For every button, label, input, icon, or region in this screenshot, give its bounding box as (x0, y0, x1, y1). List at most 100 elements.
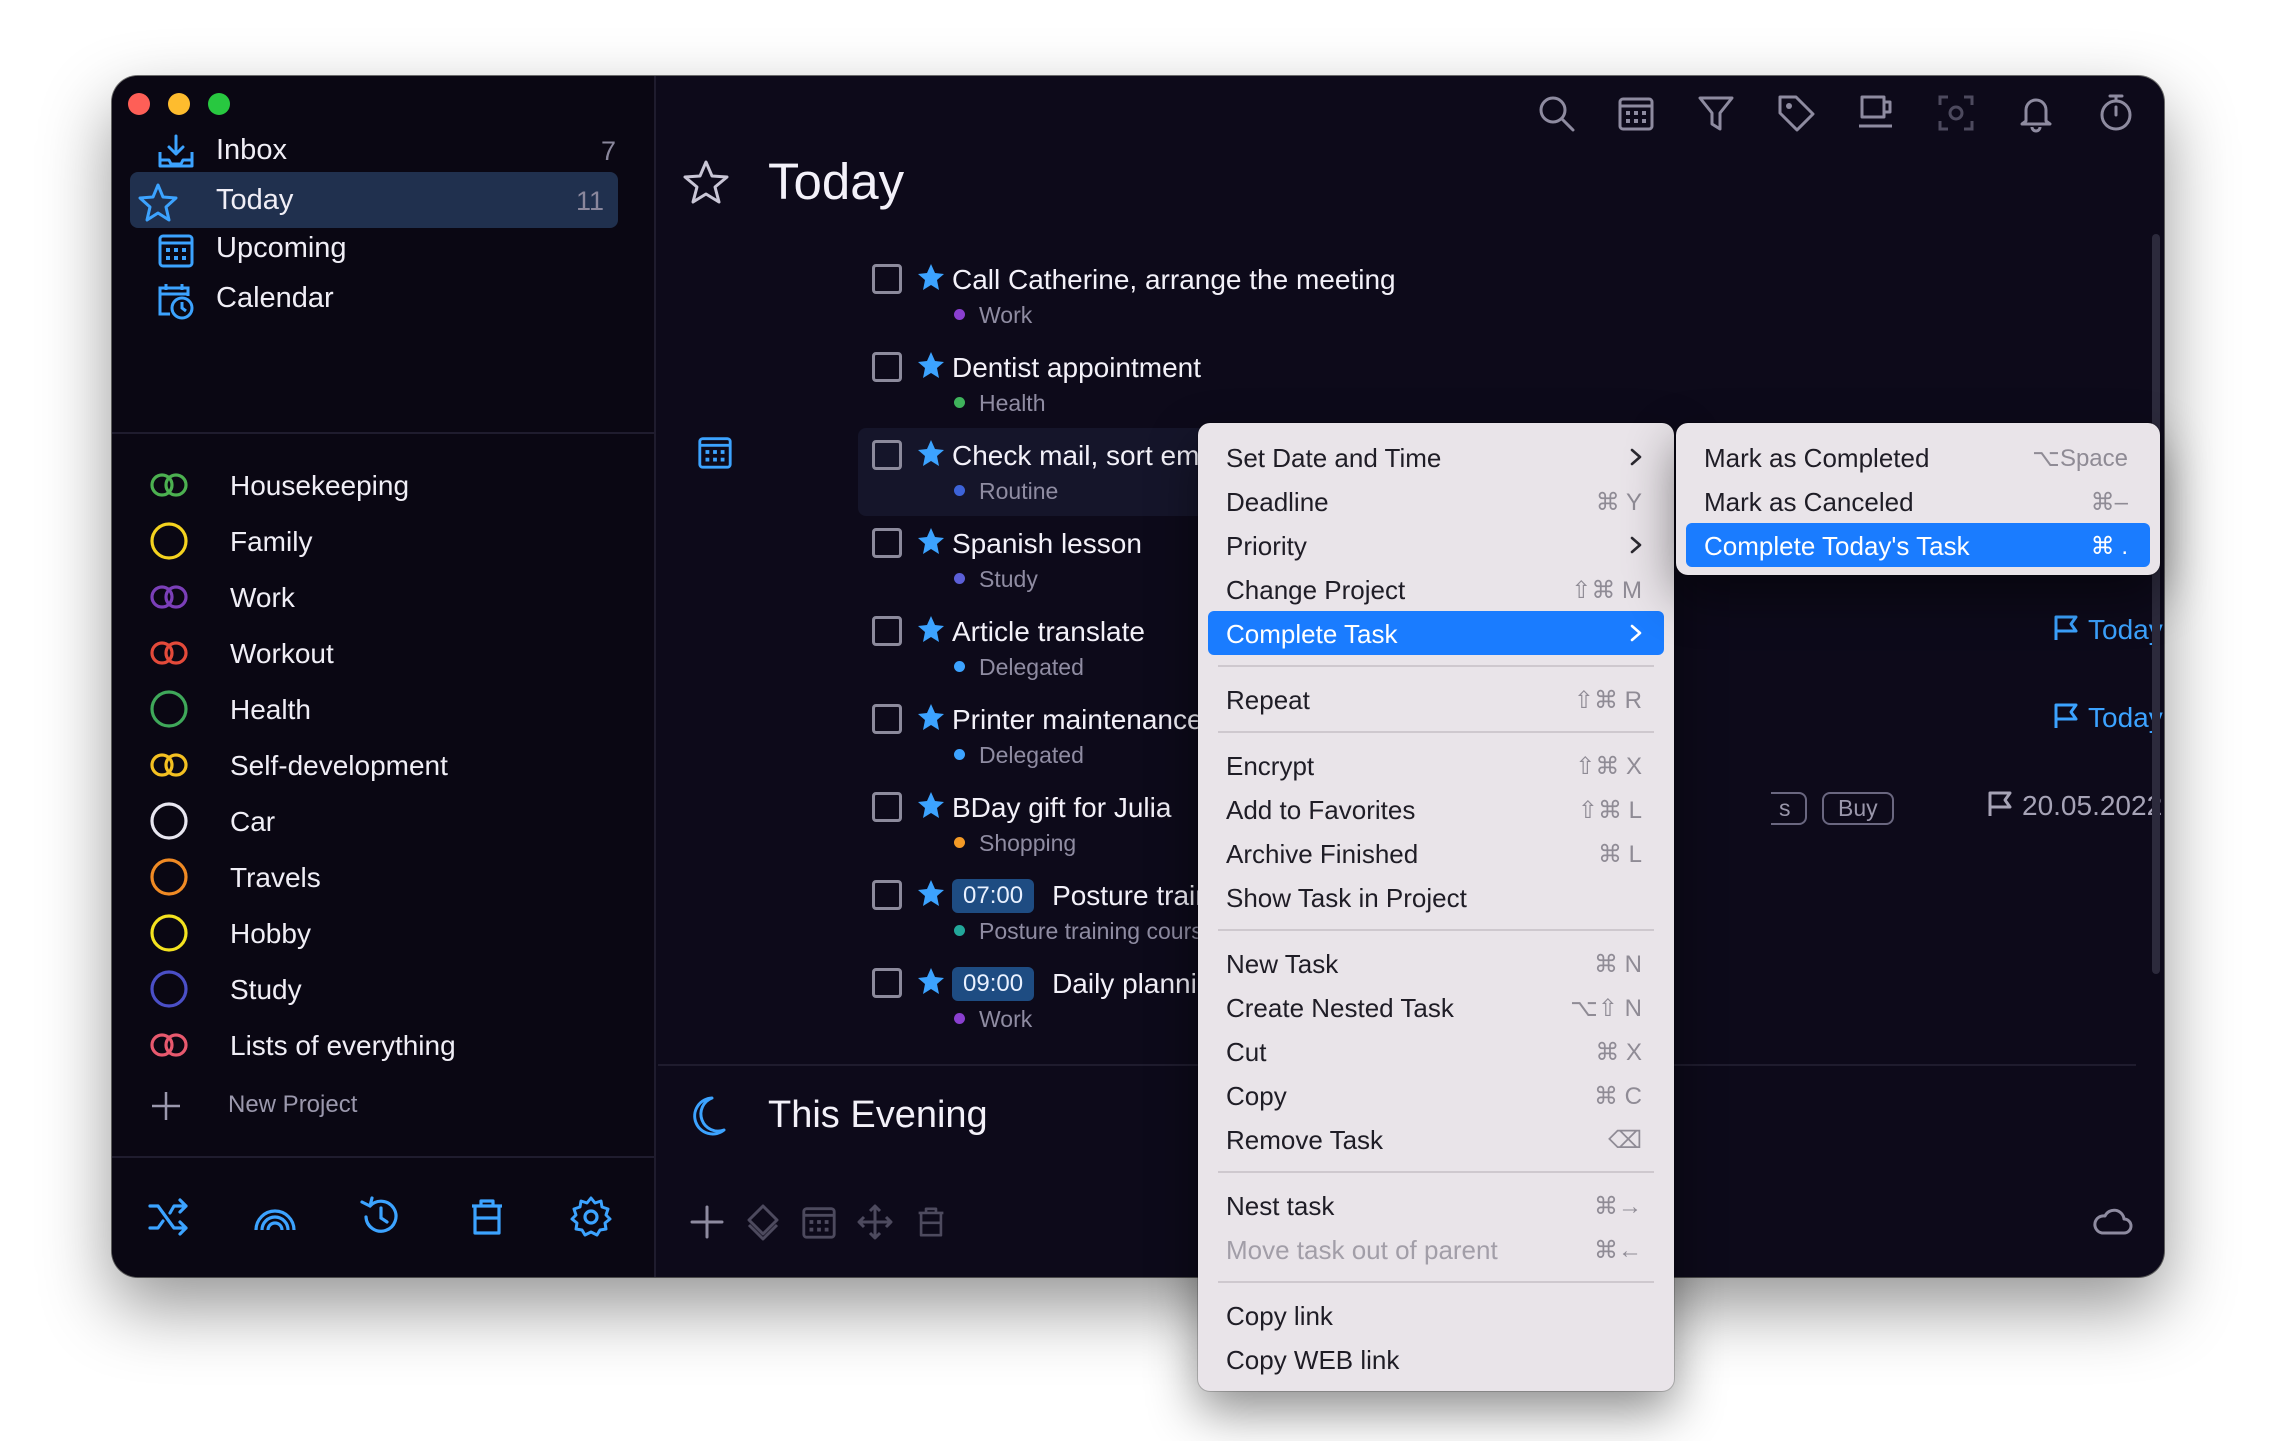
menu-item-set-date-and-time[interactable]: Set Date and Time (1208, 435, 1664, 479)
menu-item-archive-finished[interactable]: Archive Finished ⌘ L (1208, 831, 1664, 875)
menu-item-remove-task[interactable]: Remove Task ⌫ (1208, 1117, 1664, 1161)
submenu-item-mark-as-completed[interactable]: Mark as Completed ⌥Space (1686, 435, 2150, 479)
sidebar-project-hobby[interactable]: Hobby (148, 908, 628, 958)
stopwatch-icon[interactable] (2096, 93, 2136, 133)
project-dot (954, 837, 965, 849)
calendar-icon[interactable] (800, 1203, 838, 1241)
menu-item-add-to-favorites[interactable]: Add to Favorites ⇧⌘ L (1208, 787, 1664, 831)
menu-item-complete-task[interactable]: Complete Task (1208, 611, 1664, 655)
menu-item-deadline[interactable]: Deadline ⌘ Y (1208, 479, 1664, 523)
menu-item-priority[interactable]: Priority (1208, 523, 1664, 567)
submenu-item-complete-today-s-task[interactable]: Complete Today's Task ⌘ . (1686, 523, 2150, 567)
scrollbar[interactable] (2152, 234, 2160, 974)
task-checkbox[interactable] (872, 616, 902, 646)
favorite-star-icon[interactable] (916, 966, 946, 996)
menu-separator (1218, 929, 1654, 931)
favorite-star-icon[interactable] (916, 262, 946, 292)
menu-item-copy-link[interactable]: Copy link (1208, 1293, 1664, 1337)
menu-item-create-nested-task[interactable]: Create Nested Task ⌥⇧ N (1208, 985, 1664, 1029)
sidebar-item-calendar[interactable]: Calendar (136, 270, 630, 326)
flag-icon (2054, 615, 2078, 640)
favorite-star-icon[interactable] (916, 614, 946, 644)
double-ring-icon (150, 1033, 188, 1057)
shuffle-icon[interactable] (146, 1194, 192, 1240)
favorite-star-icon[interactable] (916, 350, 946, 380)
search-icon[interactable] (1536, 93, 1576, 133)
sidebar-project-travels[interactable]: Travels (148, 852, 628, 902)
task-checkbox[interactable] (872, 440, 902, 470)
task-date-flag[interactable]: Today (2052, 702, 2163, 734)
add-task-icon[interactable] (688, 1203, 726, 1241)
menu-item-copy-web-link[interactable]: Copy WEB link (1208, 1337, 1664, 1381)
zoom-window-button[interactable] (208, 93, 230, 115)
trash-icon[interactable] (912, 1203, 950, 1241)
sidebar-project-health[interactable]: Health (148, 684, 628, 734)
priority-icon[interactable] (744, 1203, 782, 1241)
task-checkbox[interactable] (872, 880, 902, 910)
favorite-star-icon[interactable] (916, 702, 946, 732)
menu-item-nest-task[interactable]: Nest task ⌘→ (1208, 1183, 1664, 1227)
tag-chip[interactable]: Buy (1822, 792, 1894, 825)
task-checkbox[interactable] (872, 968, 902, 998)
sidebar-project-study[interactable]: Study (148, 964, 628, 1014)
history-icon[interactable] (358, 1194, 404, 1240)
project-label: Workout (230, 638, 334, 669)
sidebar-project-lists-of-everything[interactable]: Lists of everything (148, 1020, 628, 1070)
task-row[interactable]: Call Catherine, arrange the meeting Work (858, 252, 2058, 340)
task-checkbox[interactable] (872, 264, 902, 294)
bell-icon[interactable] (2016, 93, 2056, 133)
menu-item-shortcut: ⌘ C (1594, 1083, 1642, 1110)
coffee-cup-icon[interactable] (1856, 93, 1896, 133)
menu-item-shortcut: ⌘ Y (1595, 489, 1642, 516)
sidebar-item-label: Today (216, 184, 294, 216)
deadline-flag[interactable]: 20.05.2022 (1986, 790, 2162, 822)
menu-item-label: Remove Task (1226, 1125, 1384, 1155)
sidebar-project-workout[interactable]: Workout (148, 628, 628, 678)
new-project-button[interactable]: New Project (148, 1086, 448, 1126)
sidebar-project-self-development[interactable]: Self-development (148, 740, 628, 790)
cloud-icon[interactable] (2090, 1203, 2134, 1241)
calendar-icon[interactable] (696, 433, 734, 471)
trash-icon[interactable] (464, 1194, 510, 1240)
task-time-badge: 07:00 (952, 879, 1035, 913)
menu-item-cut[interactable]: Cut ⌘ X (1208, 1029, 1664, 1073)
tag-chip[interactable]: s (1771, 792, 1807, 825)
favorite-star-icon[interactable] (916, 526, 946, 556)
menu-item-encrypt[interactable]: Encrypt ⇧⌘ X (1208, 743, 1664, 787)
task-checkbox[interactable] (872, 352, 902, 382)
gear-icon[interactable] (568, 1194, 614, 1240)
task-title: Call Catherine, arrange the meeting (952, 264, 1396, 295)
task-checkbox[interactable] (872, 704, 902, 734)
menu-item-shortcut: ⇧⌘ L (1577, 797, 1642, 824)
sidebar-project-car[interactable]: Car (148, 796, 628, 846)
menu-item-show-task-in-project[interactable]: Show Task in Project (1208, 875, 1664, 919)
task-project: Work (954, 1006, 1032, 1033)
submenu-item-mark-as-canceled[interactable]: Mark as Canceled ⌘– (1686, 479, 2150, 523)
minimize-window-button[interactable] (168, 93, 190, 115)
sidebar-project-work[interactable]: Work (148, 572, 628, 622)
task-row[interactable]: Dentist appointment Health (858, 340, 2058, 428)
sidebar-project-housekeeping[interactable]: Housekeeping (148, 460, 628, 510)
move-icon[interactable] (856, 1203, 894, 1241)
task-checkbox[interactable] (872, 528, 902, 558)
filter-icon[interactable] (1696, 93, 1736, 133)
rainbow-icon[interactable] (252, 1194, 298, 1240)
calendar-clock-icon (158, 284, 194, 320)
close-window-button[interactable] (128, 93, 150, 115)
menu-item-copy[interactable]: Copy ⌘ C (1208, 1073, 1664, 1117)
menu-item-new-task[interactable]: New Task ⌘ N (1208, 941, 1664, 985)
favorite-star-icon[interactable] (916, 878, 946, 908)
favorite-star-icon[interactable] (916, 438, 946, 468)
task-checkbox[interactable] (872, 792, 902, 822)
task-date-flag[interactable]: Today (2052, 614, 2163, 646)
favorite-star-icon[interactable] (916, 790, 946, 820)
menu-item-change-project[interactable]: Change Project ⇧⌘ M (1208, 567, 1664, 611)
tag-icon[interactable] (1776, 93, 1816, 133)
sidebar-item-upcoming[interactable]: Upcoming (136, 220, 630, 276)
focus-icon[interactable] (1936, 93, 1976, 133)
calendar-icon[interactable] (1616, 93, 1656, 133)
menu-item-repeat[interactable]: Repeat ⇧⌘ R (1208, 677, 1664, 721)
task-project-label: Delegated (979, 654, 1084, 680)
sidebar-item-inbox[interactable]: Inbox 7 (136, 122, 630, 178)
sidebar-project-family[interactable]: Family (148, 516, 628, 566)
